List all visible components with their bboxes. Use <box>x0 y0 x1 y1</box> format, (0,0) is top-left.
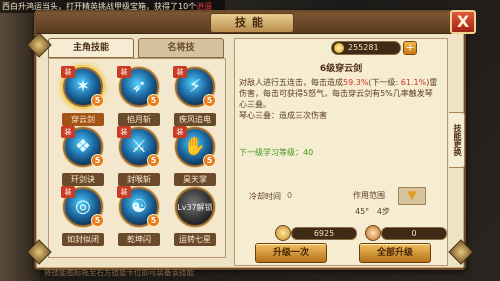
desc-text: (下一级: <box>368 78 401 87</box>
skill-name: 如封似闭 <box>62 233 104 246</box>
skill-detail-title: 6级穿云剑 <box>319 64 363 74</box>
range-angle: 45° <box>355 207 370 216</box>
skill-level: 5 <box>203 154 216 167</box>
skill-slot[interactable]: ◎ 装 5 如封似闭 <box>57 186 109 246</box>
skill-name: 乾坤闪 <box>118 233 160 246</box>
skill-name: 运转七星 <box>174 233 216 246</box>
upgrade-all-button[interactable]: 全部升级 <box>359 243 431 263</box>
skill-change-tab[interactable]: 技能更换 <box>449 112 465 168</box>
skill-level: 5 <box>91 94 104 107</box>
skill-name: 穿云剑 <box>62 113 104 126</box>
add-currency-button[interactable]: + <box>403 41 417 55</box>
equipped-badge: 装 <box>61 126 75 138</box>
skill-panel: 技能 X 主角技能 名将技 ✶ 装 5 穿云剑 ➶ 装 5 掐月斩 ⚡ 装 5 … <box>34 10 476 277</box>
skill-list-pane: 主角技能 名将技 ✶ 装 5 穿云剑 ➶ 装 5 掐月斩 ⚡ 装 5 疾风追电 … <box>44 38 230 277</box>
drag-hint: 将技能图标拖至右方技能卡位即可装备该技能 <box>44 268 194 277</box>
skill-detail-pane: 255281 + 6级穿云剑 对敌人进行五连击，每击造成59.3%(下一级: 6… <box>234 38 448 266</box>
range-steps: 4步 <box>376 207 390 216</box>
equipped-badge: 装 <box>117 66 131 78</box>
unlock-level-text: Lv37解锁 <box>177 203 213 212</box>
coin-icon <box>334 43 344 53</box>
skill-level: 5 <box>147 214 160 227</box>
cooldown-value: 0 <box>287 191 293 200</box>
equipped-badge: 装 <box>61 66 75 78</box>
skill-name: 封喉斩 <box>118 173 160 186</box>
skill-name: 昊天掌 <box>174 173 216 186</box>
desc-text: 对敌人进行五连击，每击造成 <box>239 78 343 87</box>
desc-text: 琴心三叠：造成三次伤害 <box>239 111 327 120</box>
gold-icon <box>275 225 291 241</box>
upgrade-once-button[interactable]: 升级一次 <box>255 243 327 263</box>
title-bar: 技能 <box>36 12 464 34</box>
cooldown-label: 冷却时间 <box>249 192 281 201</box>
skill-slot[interactable]: ❖ 装 5 玕剑诀 <box>57 126 109 186</box>
locked-skill-icon[interactable]: Lv37解锁 <box>175 187 215 227</box>
tab-general-skills[interactable]: 名将技 <box>138 38 224 58</box>
range-label: 作用范围 <box>353 191 385 200</box>
damage-percent: 59.3% <box>343 78 369 87</box>
skill-icon[interactable]: ✋ 装 5 <box>173 126 216 167</box>
skill-icon[interactable]: ⚡ 装 5 <box>173 66 216 107</box>
skill-level: 5 <box>147 94 160 107</box>
skill-slot[interactable]: ⚡ 装 5 疾风追电 <box>169 66 221 126</box>
range-values: 45° 4步 <box>355 206 390 217</box>
skill-name: 疾风追电 <box>174 113 216 126</box>
skill-description: 对敌人进行五连击，每击造成59.3%(下一级: 61.1%)雷伤害，每击可获得5… <box>239 77 439 121</box>
close-button[interactable]: X <box>450 10 476 34</box>
token-icon <box>365 225 381 241</box>
skill-icon[interactable]: ✶ 装 5 <box>61 66 104 107</box>
skill-icon[interactable]: ⚔ 装 5 <box>117 126 160 167</box>
skill-grid: ✶ 装 5 穿云剑 ➶ 装 5 掐月斩 ⚡ 装 5 疾风追电 ❖ 装 5 玕剑诀… <box>48 58 226 258</box>
skill-name: 掐月斩 <box>118 113 160 126</box>
equipped-badge: 装 <box>61 186 75 198</box>
equipped-badge: 装 <box>173 66 187 78</box>
skill-slot[interactable]: ☯ 装 5 乾坤闪 <box>113 186 165 246</box>
skill-icon[interactable]: ➶ 装 5 <box>117 66 160 107</box>
tab-hero-skills[interactable]: 主角技能 <box>48 38 134 58</box>
skill-level: 5 <box>91 154 104 167</box>
skill-name: 玕剑诀 <box>62 173 104 186</box>
skill-slot[interactable]: ➶ 装 5 掐月斩 <box>113 66 165 126</box>
next-damage-percent: 61.1% <box>400 78 427 87</box>
skill-slot[interactable]: ⚔ 装 5 封喉斩 <box>113 126 165 186</box>
equipped-badge: 装 <box>117 186 131 198</box>
range-fan-icon: ▼ <box>398 187 426 205</box>
skill-icon[interactable]: ❖ 装 5 <box>61 126 104 167</box>
skill-level: 5 <box>91 214 104 227</box>
skill-icon[interactable]: ☯ 装 5 <box>117 186 160 227</box>
skill-slot-locked[interactable]: Lv37解锁 运转七星 <box>169 187 221 246</box>
skill-slot[interactable]: ✋ 装 5 昊天掌 <box>169 126 221 186</box>
gold-cost: 6925 <box>291 227 357 240</box>
equipped-badge: 装 <box>117 126 131 138</box>
equipped-badge: 装 <box>173 126 187 138</box>
skill-level: 5 <box>203 94 216 107</box>
skill-slot[interactable]: ✶ 装 5 穿云剑 <box>57 66 109 126</box>
skill-icon[interactable]: ◎ 装 5 <box>61 186 104 227</box>
next-level-requirement: 下一级学习等级：40 <box>239 148 314 157</box>
panel-title: 技能 <box>210 13 294 33</box>
currency-amount: 255281 <box>348 43 379 52</box>
token-cost: 0 <box>381 227 447 240</box>
currency-display: 255281 <box>331 41 401 55</box>
skill-level: 5 <box>147 154 160 167</box>
